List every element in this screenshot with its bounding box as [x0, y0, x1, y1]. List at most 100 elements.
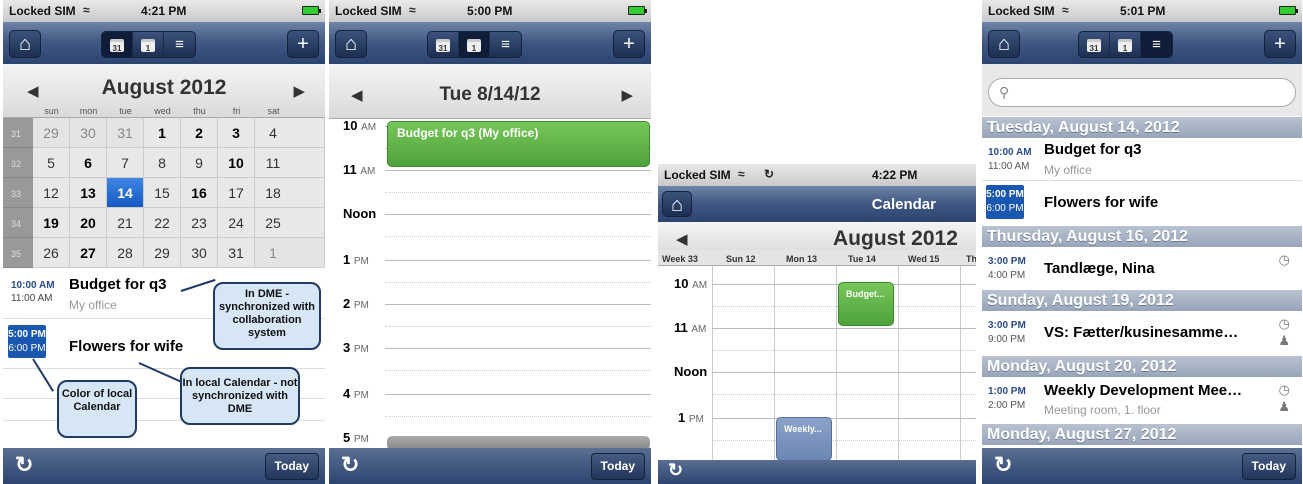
- day-cell[interactable]: 20: [70, 208, 107, 238]
- nav-title: Calendar: [871, 196, 936, 213]
- hour-line: [712, 328, 976, 329]
- event-title[interactable]: VS: Fætter/kusinesamme…: [1044, 324, 1238, 341]
- hour-label: 1 PM: [678, 410, 704, 425]
- event-title[interactable]: Flowers for wife: [1044, 194, 1158, 211]
- today-button[interactable]: Today: [264, 453, 319, 480]
- clock-icon: ◷: [1278, 316, 1290, 331]
- day-cell[interactable]: 31: [107, 118, 144, 148]
- day-cell[interactable]: 5: [33, 148, 70, 178]
- add-event-button[interactable]: +: [613, 30, 645, 58]
- hour-line: [385, 394, 651, 395]
- day-cell[interactable]: 18: [255, 178, 325, 208]
- day-cell[interactable]: 8: [144, 148, 181, 178]
- day-cell[interactable]: 24: [218, 208, 255, 238]
- search-input[interactable]: ⚲: [988, 78, 1296, 107]
- home-button[interactable]: ⌂: [988, 30, 1020, 58]
- day-cell[interactable]: 1: [144, 118, 181, 148]
- half-hour-line: [385, 370, 651, 371]
- home-button[interactable]: ⌂: [335, 30, 367, 58]
- month-view-button[interactable]: 31: [102, 32, 133, 57]
- section-header: Sunday, August 19, 2012: [982, 290, 1302, 311]
- day-cell[interactable]: 7: [107, 148, 144, 178]
- day-cell[interactable]: 23: [181, 208, 218, 238]
- day-cell[interactable]: 15: [144, 178, 181, 208]
- event-block[interactable]: Budget for q3 (My office): [387, 121, 650, 167]
- day-cell[interactable]: 21: [107, 208, 144, 238]
- day-view-button[interactable]: 1: [1110, 32, 1141, 57]
- event-block[interactable]: Weekly...: [776, 417, 832, 461]
- column-header: Mon 13: [786, 254, 818, 264]
- day-cell[interactable]: 19: [33, 208, 70, 238]
- day-cell[interactable]: 22: [144, 208, 181, 238]
- day-cell[interactable]: 30: [70, 118, 107, 148]
- refresh-icon[interactable]: ↻: [341, 452, 359, 478]
- half-hour-line: [385, 326, 651, 327]
- calendar-day-icon: 1: [467, 39, 481, 53]
- list-view-button[interactable]: ≡: [164, 32, 195, 57]
- local-calendar-color-badge: 5:00 PM 6:00 PM: [986, 185, 1024, 219]
- day-cell[interactable]: 30: [181, 238, 218, 268]
- plus-icon: +: [297, 33, 309, 55]
- divider: [982, 180, 1302, 181]
- today-button[interactable]: Today: [590, 453, 645, 480]
- next-day-arrow-icon[interactable]: ▶: [621, 86, 633, 104]
- home-button[interactable]: ⌂: [662, 191, 692, 217]
- event-title[interactable]: Budget for q3: [1044, 141, 1142, 158]
- refresh-icon[interactable]: ↻: [994, 452, 1012, 478]
- month-view-button[interactable]: 31: [428, 32, 459, 57]
- event-location: My office: [69, 298, 117, 312]
- column-divider: [836, 266, 837, 460]
- day-cell[interactable]: 17: [218, 178, 255, 208]
- weekday-label: sun: [44, 106, 59, 116]
- day-cell[interactable]: 28: [107, 238, 144, 268]
- day-cell[interactable]: 25: [255, 208, 325, 238]
- hour-line: [385, 304, 651, 305]
- event-title[interactable]: Tandlæge, Nina: [1044, 260, 1155, 277]
- event-block[interactable]: Budget...: [838, 282, 894, 326]
- event-title[interactable]: Weekly Development Mee…: [1044, 382, 1242, 399]
- next-month-arrow-icon[interactable]: ▶: [293, 82, 305, 100]
- refresh-icon[interactable]: ↻: [15, 452, 33, 478]
- month-view-button[interactable]: 31: [1079, 32, 1110, 57]
- day-cell[interactable]: 9: [181, 148, 218, 178]
- day-view-button[interactable]: 1: [459, 32, 490, 57]
- day-cell[interactable]: 11: [255, 148, 325, 178]
- day-cell[interactable]: 26: [33, 238, 70, 268]
- list-icon: ≡: [501, 36, 510, 53]
- refresh-icon[interactable]: ↻: [668, 460, 683, 481]
- list-view-button[interactable]: ≡: [490, 32, 521, 57]
- day-cell-selected[interactable]: 14: [107, 178, 144, 208]
- day-cell[interactable]: 31: [218, 238, 255, 268]
- list-view-button[interactable]: ≡: [1141, 32, 1172, 57]
- day-cell[interactable]: 10: [218, 148, 255, 178]
- callout-color: Color of local Calendar: [57, 380, 137, 438]
- day-cell[interactable]: 29: [144, 238, 181, 268]
- day-cell[interactable]: 29: [33, 118, 70, 148]
- day-cell[interactable]: 6: [70, 148, 107, 178]
- event-start-time: 3:00 PM: [988, 320, 1026, 331]
- day-cell[interactable]: 12: [33, 178, 70, 208]
- week-number: 35: [3, 238, 33, 268]
- day-cell[interactable]: 16: [181, 178, 218, 208]
- add-event-button[interactable]: +: [287, 30, 319, 58]
- event-start-time: 10:00 AM: [988, 147, 1032, 158]
- list-icon: ≡: [175, 36, 184, 53]
- week-number: 33: [3, 178, 33, 208]
- prev-week-arrow-icon[interactable]: ◀: [676, 230, 688, 248]
- day-cell[interactable]: 3: [218, 118, 255, 148]
- week-number: 34: [3, 208, 33, 238]
- day-view-button[interactable]: 1: [133, 32, 164, 57]
- day-cell[interactable]: 27: [70, 238, 107, 268]
- local-calendar-color-badge: 5:00 PM 6:00 PM: [8, 325, 46, 358]
- day-cell[interactable]: 13: [70, 178, 107, 208]
- day-cell[interactable]: 2: [181, 118, 218, 148]
- day-cell[interactable]: 4: [255, 118, 325, 148]
- add-event-button[interactable]: +: [1264, 30, 1296, 58]
- clock-icon: ◷: [1278, 382, 1290, 397]
- day-cell[interactable]: 1: [255, 238, 325, 268]
- event-location: Meeting room, 1. floor: [1044, 403, 1161, 417]
- battery-icon: [628, 6, 647, 15]
- hour-line: [385, 170, 651, 171]
- today-button[interactable]: Today: [1241, 453, 1296, 480]
- home-button[interactable]: ⌂: [9, 30, 41, 58]
